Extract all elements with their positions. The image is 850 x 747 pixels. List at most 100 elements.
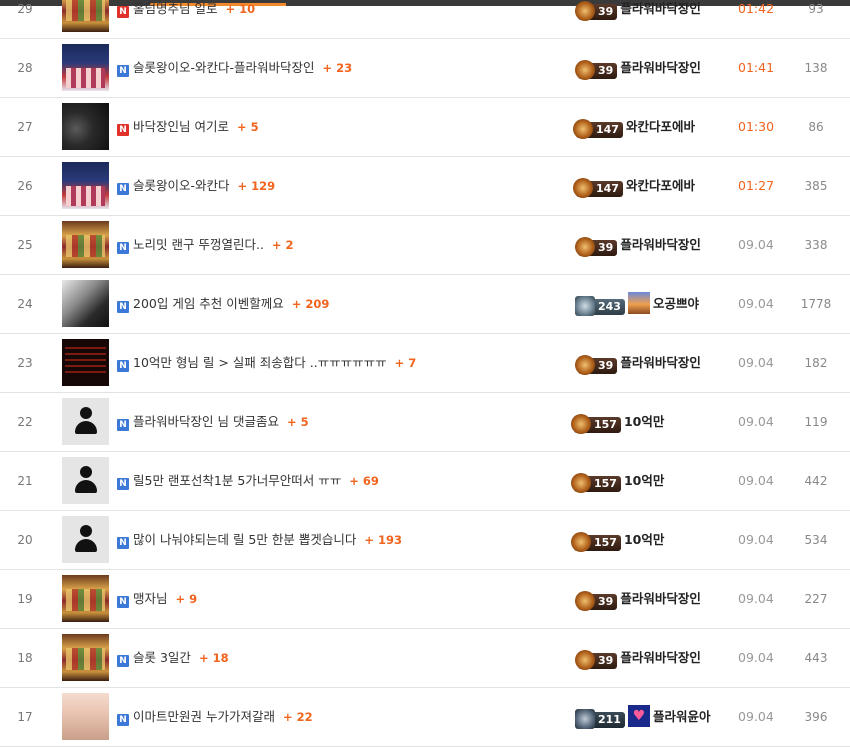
post-row[interactable]: 24 N 200입 게임 추천 이벤할께요 + 209 243 오공쁘야 09.04 1778 [0, 275, 850, 334]
post-number: 25 [17, 238, 33, 252]
post-title-link[interactable]: N 200입 게임 추천 이벤할께요 + 209 [117, 275, 329, 333]
post-row[interactable]: 26 N 슬롯왕이오-와칸다 + 129 147 와칸다포에바 01:27 385 [0, 157, 850, 216]
new-post-badge: N [117, 183, 129, 195]
post-title-link[interactable]: N 10억만 형님 릴 > 실패 죄송합다 ..ㅠㅠㅠㅠㅠㅠ + 7 [117, 334, 416, 392]
post-title-link[interactable]: N 슬롯왕이오-와칸다 + 129 [117, 157, 275, 215]
post-row[interactable]: 18 N 슬롯 3일간 + 18 39 플라워바닥장인 09.04 443 [0, 629, 850, 688]
post-title-text[interactable]: 플라워바닥장인 님 댓글좀요 [133, 414, 279, 429]
post-title-text[interactable]: 노리밋 랜구 뚜껑열린다.. [133, 237, 264, 252]
post-author[interactable]: 39 플라워바닥장인 [574, 0, 701, 38]
author-nickname[interactable]: 플라워바닥장인 [620, 60, 701, 75]
post-author[interactable]: 39 플라워바닥장인 [574, 216, 701, 274]
post-thumbnail[interactable] [62, 44, 109, 91]
post-title-link[interactable]: N 슬롯왕이오-와칸다-플라워바닥장인 + 23 [117, 39, 352, 97]
post-thumbnail[interactable] [62, 398, 109, 445]
post-row[interactable]: 17 N 이마트만원권 누가가져갈래 + 22 211 플라워윤아 09.04 396 [0, 688, 850, 747]
post-author[interactable]: 157 10억만 [571, 452, 664, 510]
post-author[interactable]: 157 10억만 [571, 393, 664, 451]
post-title-text[interactable]: 10억만 형님 릴 > 실패 죄송합다 ..ㅠㅠㅠㅠㅠㅠ [133, 355, 387, 370]
post-title-text[interactable]: 홀덤명추님 일로 [133, 1, 217, 16]
post-thumbnail[interactable] [62, 339, 109, 386]
level-badge-icon: 39 [574, 1, 618, 21]
new-post-badge: N [117, 65, 129, 77]
post-author[interactable]: 157 10억만 [571, 511, 664, 569]
post-author[interactable]: 39 플라워바닥장인 [574, 39, 701, 97]
level-badge-icon: 39 [574, 355, 618, 375]
view-count: 338 [804, 238, 828, 252]
post-author[interactable]: 243 오공쁘야 [575, 275, 699, 333]
post-author[interactable]: 39 플라워바닥장인 [574, 334, 701, 392]
post-title-text[interactable]: 바닥장인님 여기로 [133, 119, 229, 134]
post-title-text[interactable]: 슬롯왕이오-와칸다-플라워바닥장인 [133, 60, 315, 75]
post-title-text[interactable]: 슬롯 3일간 [133, 650, 191, 665]
author-nickname[interactable]: 10억만 [624, 473, 664, 488]
view-count: 385 [804, 179, 828, 193]
post-row[interactable]: 19 N 맹자님 + 9 39 플라워바닥장인 09.04 227 [0, 570, 850, 629]
post-thumbnail[interactable] [62, 221, 109, 268]
post-thumbnail[interactable] [62, 516, 109, 563]
post-title-link[interactable]: N 홀덤명추님 일로 + 10 [117, 0, 255, 38]
author-nickname[interactable]: 와칸다포에바 [626, 119, 695, 134]
comment-count: + 2 [271, 238, 294, 252]
default-avatar-icon [75, 466, 97, 494]
post-time: 09.04 [738, 414, 774, 429]
author-nickname[interactable]: 플라워윤아 [653, 709, 711, 724]
view-count: 93 [808, 2, 824, 16]
post-time: 09.04 [738, 473, 774, 488]
post-author[interactable]: 211 플라워윤아 [575, 688, 711, 746]
post-thumbnail[interactable] [62, 103, 109, 150]
post-number: 21 [17, 474, 33, 488]
post-title-link[interactable]: N 바닥장인님 여기로 + 5 [117, 98, 259, 156]
post-author[interactable]: 147 와칸다포에바 [573, 157, 695, 215]
post-author[interactable]: 147 와칸다포에바 [573, 98, 695, 156]
post-thumbnail[interactable] [62, 280, 109, 327]
author-nickname[interactable]: 플라워바닥장인 [620, 591, 701, 606]
author-nickname[interactable]: 플라워바닥장인 [620, 1, 701, 16]
post-thumbnail[interactable] [62, 162, 109, 209]
author-nickname[interactable]: 플라워바닥장인 [620, 355, 701, 370]
post-title-text[interactable]: 맹자님 [133, 591, 168, 606]
post-row[interactable]: 25 N 노리밋 랜구 뚜껑열린다.. + 2 39 플라워바닥장인 09.04 338 [0, 216, 850, 275]
post-time: 09.04 [738, 237, 774, 252]
post-title-text[interactable]: 릴5만 랜포선착1분 5가너무안떠서 ㅠㅠ [133, 473, 341, 488]
author-nickname[interactable]: 10억만 [624, 532, 664, 547]
author-nickname[interactable]: 플라워바닥장인 [620, 237, 701, 252]
post-author[interactable]: 39 플라워바닥장인 [574, 570, 701, 628]
post-title-link[interactable]: N 많이 나눠야되는데 릴 5만 한분 뽑겟습니다 + 193 [117, 511, 402, 569]
post-thumbnail[interactable] [62, 575, 109, 622]
post-title-link[interactable]: N 노리밋 랜구 뚜껑열린다.. + 2 [117, 216, 294, 274]
post-time: 01:30 [738, 119, 775, 134]
post-title-link[interactable]: N 플라워바닥장인 님 댓글좀요 + 5 [117, 393, 309, 451]
post-title-link[interactable]: N 릴5만 랜포선착1분 5가너무안떠서 ㅠㅠ + 69 [117, 452, 379, 510]
author-nickname[interactable]: 10억만 [624, 414, 664, 429]
post-thumbnail[interactable] [62, 693, 109, 740]
post-row[interactable]: 22 N 플라워바닥장인 님 댓글좀요 + 5 157 10억만 09.04 119 [0, 393, 850, 452]
new-post-badge: N [117, 655, 129, 667]
post-title-link[interactable]: N 이마트만원권 누가가져갈래 + 22 [117, 688, 313, 746]
post-title-link[interactable]: N 슬롯 3일간 + 18 [117, 629, 229, 687]
post-title-link[interactable]: N 맹자님 + 9 [117, 570, 197, 628]
author-nickname[interactable]: 플라워바닥장인 [620, 650, 701, 665]
new-post-badge: N [117, 301, 129, 313]
post-row[interactable]: 20 N 많이 나눠야되는데 릴 5만 한분 뽑겟습니다 + 193 157 10억만 09… [0, 511, 850, 570]
post-row[interactable]: 21 N 릴5만 랜포선착1분 5가너무안떠서 ㅠㅠ + 69 157 10억만 09.04… [0, 452, 850, 511]
post-title-text[interactable]: 슬롯왕이오-와칸다 [133, 178, 230, 193]
author-nickname[interactable]: 와칸다포에바 [626, 178, 695, 193]
post-row[interactable]: 27 N 바닥장인님 여기로 + 5 147 와칸다포에바 01:30 86 [0, 98, 850, 157]
new-post-badge: N [117, 714, 129, 726]
post-thumbnail[interactable] [62, 634, 109, 681]
post-row[interactable]: 28 N 슬롯왕이오-와칸다-플라워바닥장인 + 23 39 플라워바닥장인 01:41 13… [0, 39, 850, 98]
author-nickname[interactable]: 오공쁘야 [653, 296, 699, 311]
post-title-text[interactable]: 200입 게임 추천 이벤할께요 [133, 296, 284, 311]
post-title-text[interactable]: 많이 나눠야되는데 릴 5만 한분 뽑겟습니다 [133, 532, 356, 547]
post-thumbnail[interactable] [62, 0, 109, 32]
view-count: 443 [804, 651, 828, 665]
post-title-text[interactable]: 이마트만원권 누가가져갈래 [133, 709, 275, 724]
post-time: 01:27 [738, 178, 775, 193]
post-author[interactable]: 39 플라워바닥장인 [574, 629, 701, 687]
post-thumbnail[interactable] [62, 457, 109, 504]
post-row[interactable]: 23 N 10억만 형님 릴 > 실패 죄송합다 ..ㅠㅠㅠㅠㅠㅠ + 7 39 플라워바… [0, 334, 850, 393]
comment-count: + 18 [198, 651, 229, 665]
comment-count: + 193 [364, 533, 402, 547]
post-row[interactable]: 29 N 홀덤명추님 일로 + 10 39 플라워바닥장인 01:42 93 [0, 0, 850, 39]
